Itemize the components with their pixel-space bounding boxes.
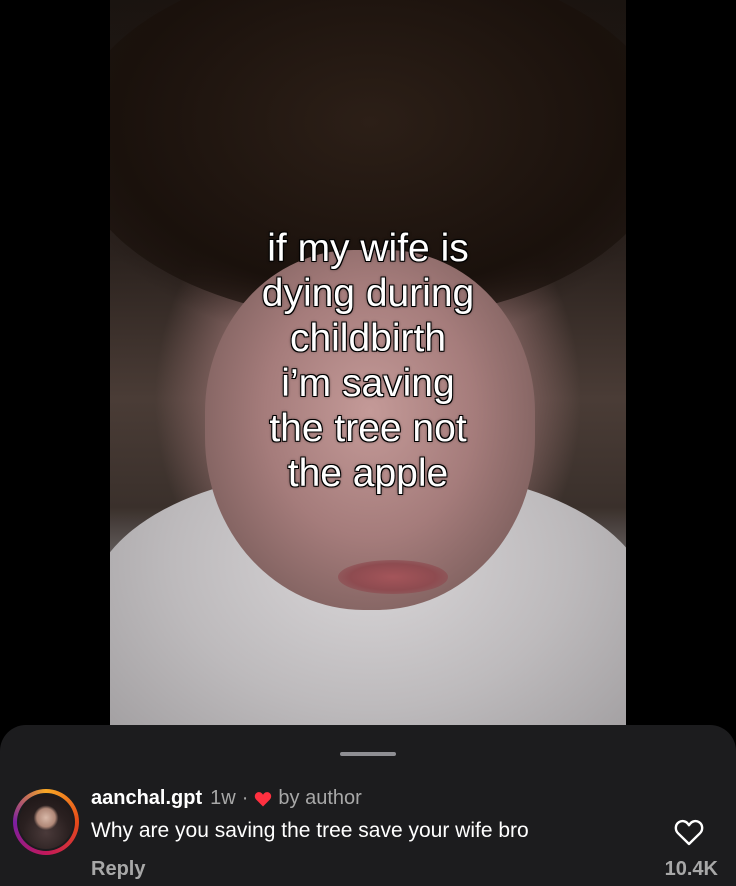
- caption-line: childbirth: [289, 316, 447, 361]
- avatar[interactable]: [13, 789, 79, 855]
- caption-line: if my wife is: [266, 226, 469, 271]
- comment-username[interactable]: aanchal.gpt: [91, 787, 202, 810]
- reply-button[interactable]: Reply: [91, 858, 145, 881]
- liked-by-author-label: by author: [278, 787, 362, 809]
- video-frame-lips: [338, 560, 448, 594]
- video-player[interactable]: if my wife is dying during childbirth i’…: [110, 0, 626, 725]
- heart-outline-icon[interactable]: [674, 818, 704, 846]
- avatar-ring-gap: [17, 793, 75, 851]
- video-caption: if my wife is dying during childbirth i’…: [110, 226, 626, 496]
- screen: if my wife is dying during childbirth i’…: [0, 0, 736, 886]
- caption-line: i’m saving: [281, 361, 456, 406]
- sheet-drag-handle[interactable]: [340, 752, 396, 756]
- comment-time: 1w: [210, 787, 236, 809]
- caption-line: dying during: [261, 271, 475, 316]
- comment-meta: aanchal.gpt 1w · by author: [91, 787, 362, 810]
- comments-sheet: aanchal.gpt 1w · by author Why are you s…: [0, 725, 736, 886]
- avatar-image: [19, 795, 73, 849]
- caption-line: the apple: [287, 451, 449, 496]
- like-count: 10.4K: [664, 858, 718, 880]
- comment-text: Why are you saving the tree save your wi…: [91, 819, 529, 842]
- meta-separator: ·: [241, 787, 249, 809]
- red-heart-icon: [254, 791, 272, 807]
- caption-line: the tree not: [269, 406, 468, 451]
